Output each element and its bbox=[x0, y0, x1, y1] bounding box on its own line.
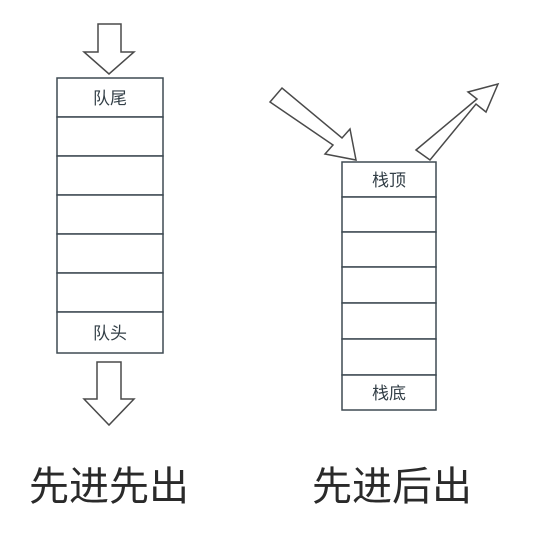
queue-cell bbox=[56, 272, 164, 313]
stack-diagram: 栈顶 栈底 先进后出 bbox=[268, 82, 500, 510]
stack-cell bbox=[341, 196, 437, 233]
stack-cell bbox=[341, 302, 437, 340]
stack-push-arrow-icon bbox=[268, 86, 357, 161]
queue-cell bbox=[56, 155, 164, 196]
queue-stack-diagram: 队尾 队头 先进先出 栈顶 栈底 先进后出 bbox=[29, 23, 500, 510]
stack-pop-arrow-icon bbox=[414, 82, 500, 162]
queue-cell bbox=[56, 194, 164, 235]
queue-cell bbox=[56, 116, 164, 157]
stack-cells bbox=[341, 161, 437, 411]
queue-diagram: 队尾 队头 先进先出 bbox=[29, 23, 189, 510]
queue-cells bbox=[56, 77, 164, 354]
diagram-canvas: 队尾 队头 先进先出 栈顶 栈底 先进后出 bbox=[0, 0, 542, 555]
stack-top-label: 栈顶 bbox=[372, 171, 406, 191]
queue-head-label: 队头 bbox=[93, 324, 127, 344]
queue-caption: 先进先出 bbox=[29, 464, 189, 510]
queue-enqueue-arrow-icon bbox=[82, 23, 136, 75]
queue-tail-label: 队尾 bbox=[93, 89, 127, 109]
stack-cell bbox=[341, 266, 437, 304]
stack-bottom-label: 栈底 bbox=[372, 384, 406, 404]
queue-cell bbox=[56, 233, 164, 274]
stack-cell bbox=[341, 231, 437, 268]
stack-cell bbox=[341, 338, 437, 376]
queue-dequeue-arrow-icon bbox=[82, 361, 136, 427]
stack-caption: 先进后出 bbox=[312, 464, 472, 510]
